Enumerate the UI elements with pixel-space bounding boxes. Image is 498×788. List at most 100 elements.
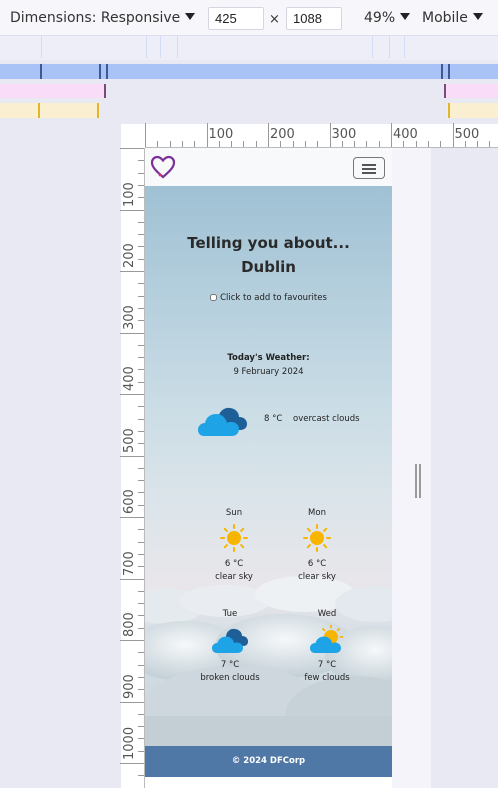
ruler-label: 1000 xyxy=(122,726,137,760)
hamburger-menu-button[interactable] xyxy=(353,157,385,179)
few-clouds-icon xyxy=(310,624,344,653)
ruler-tick xyxy=(138,418,144,420)
ruler-tick xyxy=(120,763,144,764)
ruler-tick xyxy=(138,676,144,678)
min-width-media-query-bar[interactable] xyxy=(0,84,105,98)
ruler-tick xyxy=(138,713,144,715)
resize-handle[interactable] xyxy=(415,464,421,498)
forecast-card: Sun 6 °C clear sky xyxy=(189,508,279,588)
media-query-marker[interactable] xyxy=(448,64,450,79)
ruler-tick xyxy=(138,357,144,359)
hamburger-line xyxy=(362,172,376,174)
heart-logo-icon[interactable] xyxy=(150,154,176,180)
current-temperature: 8 °C xyxy=(264,414,283,424)
ruler-tick xyxy=(138,160,144,162)
width-input[interactable] xyxy=(208,7,264,30)
media-query-marker[interactable] xyxy=(97,103,99,118)
forecast-description: few clouds xyxy=(304,673,350,683)
ruler-tick xyxy=(138,258,144,260)
favourite-label: Click to add to favourites xyxy=(220,293,327,303)
ruler-label: 600 xyxy=(122,489,137,514)
forecast-card: Tue 7 °C broken clouds xyxy=(185,609,275,689)
device-type-label: Mobile xyxy=(422,10,468,26)
favourite-toggle[interactable]: Click to add to favourites xyxy=(145,293,392,303)
media-query-marker[interactable] xyxy=(444,84,446,98)
media-query-marker[interactable] xyxy=(448,103,450,118)
chevron-down-icon xyxy=(400,13,411,20)
forecast-day: Wed xyxy=(317,609,337,619)
navbar xyxy=(145,148,392,186)
ruler-label: 200 xyxy=(122,243,137,268)
media-query-marker[interactable] xyxy=(38,103,40,118)
media-query-marker[interactable] xyxy=(99,64,101,79)
ruler-tick xyxy=(243,141,245,147)
ruler-tick xyxy=(138,603,144,605)
favourite-checkbox[interactable] xyxy=(210,294,218,301)
ruler-tick xyxy=(378,141,380,147)
ruler-tick xyxy=(138,480,144,482)
ruler-tick xyxy=(120,701,144,703)
forecast-description: clear sky xyxy=(215,572,253,582)
ruler-tick xyxy=(138,283,144,285)
today-weather-label: Today's Weather: xyxy=(227,353,310,363)
ruler-tick xyxy=(138,652,144,654)
ruler-tick xyxy=(120,148,144,149)
ruler-tick xyxy=(138,566,144,568)
ruler-label: 700 xyxy=(122,550,137,576)
preset-tick xyxy=(160,36,161,58)
ruler-tick xyxy=(120,394,144,395)
ruler-tick xyxy=(157,141,159,147)
ruler-label: 100 xyxy=(208,127,234,142)
ruler-tick xyxy=(304,141,306,147)
ruler-label: 300 xyxy=(122,304,137,330)
ruler-tick xyxy=(138,553,144,555)
dimensions-dropdown[interactable]: Dimensions: Responsive xyxy=(10,10,196,26)
media-query-preset-bar[interactable] xyxy=(0,36,498,60)
ruler-tick xyxy=(138,664,144,666)
media-query-marker[interactable] xyxy=(441,64,443,79)
ruler-tick xyxy=(120,332,144,334)
ruler-tick xyxy=(194,141,196,147)
forecast-description: clear sky xyxy=(298,572,336,582)
ruler-tick xyxy=(120,640,144,641)
range-media-query-bar[interactable] xyxy=(447,103,498,118)
min-width-media-query-bar[interactable] xyxy=(444,84,498,98)
vertical-ruler: 100 200 300 400 500 600 700 800 900 1000 xyxy=(120,148,145,788)
media-query-marker[interactable] xyxy=(40,64,42,79)
ruler-tick xyxy=(138,738,144,740)
ruler-tick xyxy=(181,141,183,147)
ruler-tick xyxy=(138,590,144,592)
zoom-dropdown[interactable]: 49% xyxy=(364,10,411,26)
device-type-dropdown[interactable]: Mobile xyxy=(422,10,483,26)
range-media-query-bar[interactable] xyxy=(0,103,100,118)
dimension-separator: × xyxy=(269,12,280,27)
preset-tick xyxy=(177,36,178,58)
ruler-label: 300 xyxy=(331,127,357,142)
footer-copyright: © 2024 DFCorp xyxy=(231,756,306,766)
chevron-down-icon xyxy=(185,13,196,20)
ruler-tick xyxy=(138,234,144,236)
ruler-tick xyxy=(138,467,144,469)
max-width-media-query-bar[interactable] xyxy=(0,64,498,79)
ruler-tick xyxy=(138,369,144,371)
ruler-tick xyxy=(440,141,442,147)
height-input[interactable] xyxy=(286,7,342,30)
media-query-marker[interactable] xyxy=(104,84,106,98)
ruler-tick xyxy=(120,209,144,211)
forecast-temperature: 7 °C xyxy=(220,660,240,670)
forecast-card: Mon 6 °C clear sky xyxy=(272,508,362,588)
ruler-tick xyxy=(138,504,144,506)
current-description: overcast clouds xyxy=(293,414,360,424)
preset-tick xyxy=(389,36,390,58)
forecast-day: Sun xyxy=(225,508,243,518)
preset-tick xyxy=(404,36,405,58)
media-query-marker[interactable] xyxy=(106,64,108,79)
forecast-temperature: 6 °C xyxy=(307,559,327,569)
ruler-tick xyxy=(138,750,144,752)
forecast-description: broken clouds xyxy=(200,673,260,683)
ruler-tick xyxy=(268,123,269,147)
ruler-label: 200 xyxy=(270,127,295,142)
ruler-label: 800 xyxy=(122,612,137,637)
ruler-tick xyxy=(138,615,144,617)
ruler-tick xyxy=(489,141,491,147)
